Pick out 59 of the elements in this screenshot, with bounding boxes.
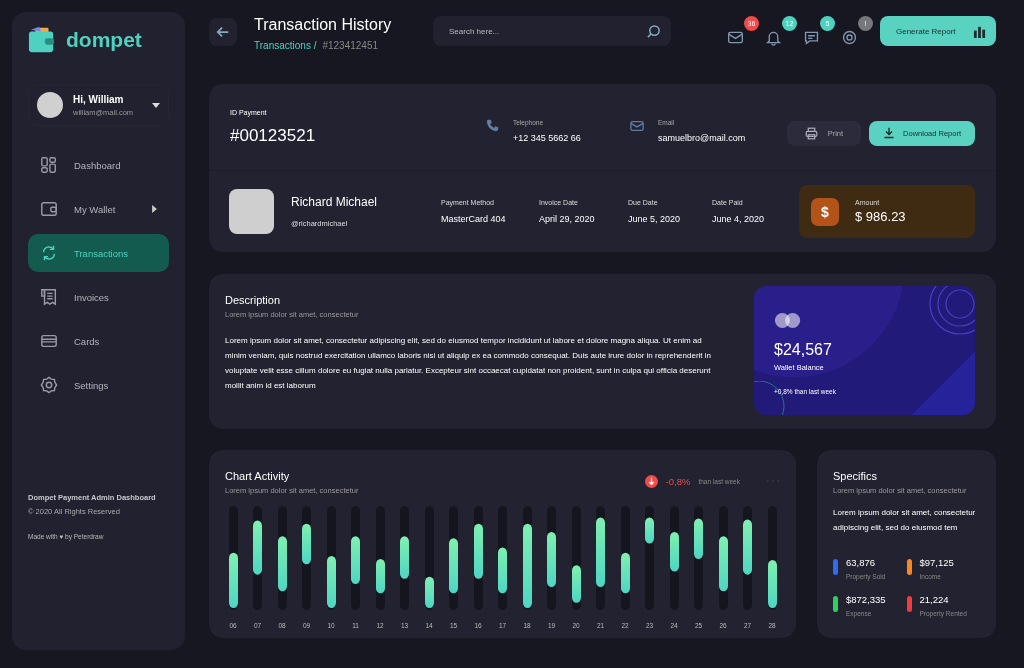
refresh-icon <box>40 244 58 262</box>
bar-chart-icon <box>973 24 986 38</box>
nav-item[interactable]: Transactions <box>28 234 169 272</box>
back-button[interactable] <box>209 18 237 46</box>
field-value: April 29, 2020 <box>539 214 596 224</box>
field-value: June 4, 2020 <box>712 214 766 224</box>
phone-icon <box>486 119 499 132</box>
chat-button[interactable] <box>803 29 820 46</box>
section-title: Chart Activity <box>225 470 291 482</box>
nav-item[interactable]: Cards <box>28 322 169 360</box>
profile-photo-placeholder <box>229 189 274 234</box>
field-value: June 5, 2020 <box>628 214 682 224</box>
section-title: Description <box>225 294 282 306</box>
mail-icon <box>727 29 744 46</box>
amount-value: $ 986.23 <box>855 209 906 224</box>
customer-name: Richard Michael <box>291 195 379 209</box>
nav-item[interactable]: Invoices <box>28 278 169 316</box>
bell-icon <box>765 29 782 46</box>
wallet-icon <box>40 200 58 218</box>
chat-icon <box>803 29 820 46</box>
page-title: Transaction History <box>254 16 393 34</box>
description-text: Lorem ipsum dolor sit amet, consectetur adipiscing elit, sed do eiusmod tempor incididunt ut labore et dolore magna aliqua. Ut enim ad minim veniam, quis nostrud exercitation ullamco laboris nisi ut aliquip ex ea commodo consequat. Duis aute irure dolor in reprehenderit in voluptate velit esse cillum dolore eu fugiat nulla pariatur. Excepteur sint occaecat cupidatat non proident, sunt in culpa qui officia deserunt mollit anim id est laborum <box>225 335 713 392</box>
avatar <box>37 92 63 118</box>
section-title: Specifics <box>833 470 879 482</box>
bell-button[interactable] <box>765 29 782 46</box>
payment-id: #00123521 <box>230 125 317 146</box>
user-greeting: Hi, William <box>73 93 125 105</box>
search-icon[interactable] <box>646 24 661 39</box>
overlapping-circles-icon <box>774 312 802 329</box>
back-arrow-icon <box>216 25 230 39</box>
printer-icon <box>804 126 818 140</box>
wallet-balance: $24,567 <box>774 341 833 359</box>
stat-value: 21,224 <box>919 594 950 605</box>
mail-button[interactable] <box>727 29 744 46</box>
download-icon <box>883 127 896 139</box>
dollar-icon: $ <box>811 197 839 226</box>
concentric-rings-drawing <box>929 286 975 335</box>
change-value: -0,8% <box>665 475 691 487</box>
specifics-text: Lorem ipsum dolor sit amet, consectetur adipiscing elit, sed do eiusmod tem <box>833 507 977 534</box>
search-field[interactable]: Search here... <box>433 16 671 46</box>
breadcrumb-link[interactable]: Transactions / <box>254 40 317 51</box>
stat-value: 63,876 <box>846 557 877 568</box>
nav-item[interactable]: Settings <box>28 366 169 404</box>
dashboard-icon <box>40 156 58 174</box>
generate-report-button[interactable]: Generate Report <box>880 16 996 46</box>
nav-item[interactable]: My Wallet <box>28 190 169 228</box>
telephone-value: +12 345 5662 66 <box>513 133 581 143</box>
wallet-logo-icon <box>28 26 56 54</box>
nav-item[interactable]: Dashboard <box>28 146 169 184</box>
stat-value: $97,125 <box>919 557 954 568</box>
field-value: MasterCard 404 <box>441 214 507 224</box>
mail-icon <box>630 119 644 133</box>
stat-value: $872,335 <box>846 594 886 605</box>
card-icon <box>40 332 58 350</box>
breadcrumb-current: #123412451 <box>322 40 379 51</box>
caret-icon <box>152 102 160 108</box>
email-value: samuelbro@mail.com <box>658 133 746 143</box>
receipt-icon <box>40 288 58 306</box>
brand-name: dompet <box>66 28 142 52</box>
